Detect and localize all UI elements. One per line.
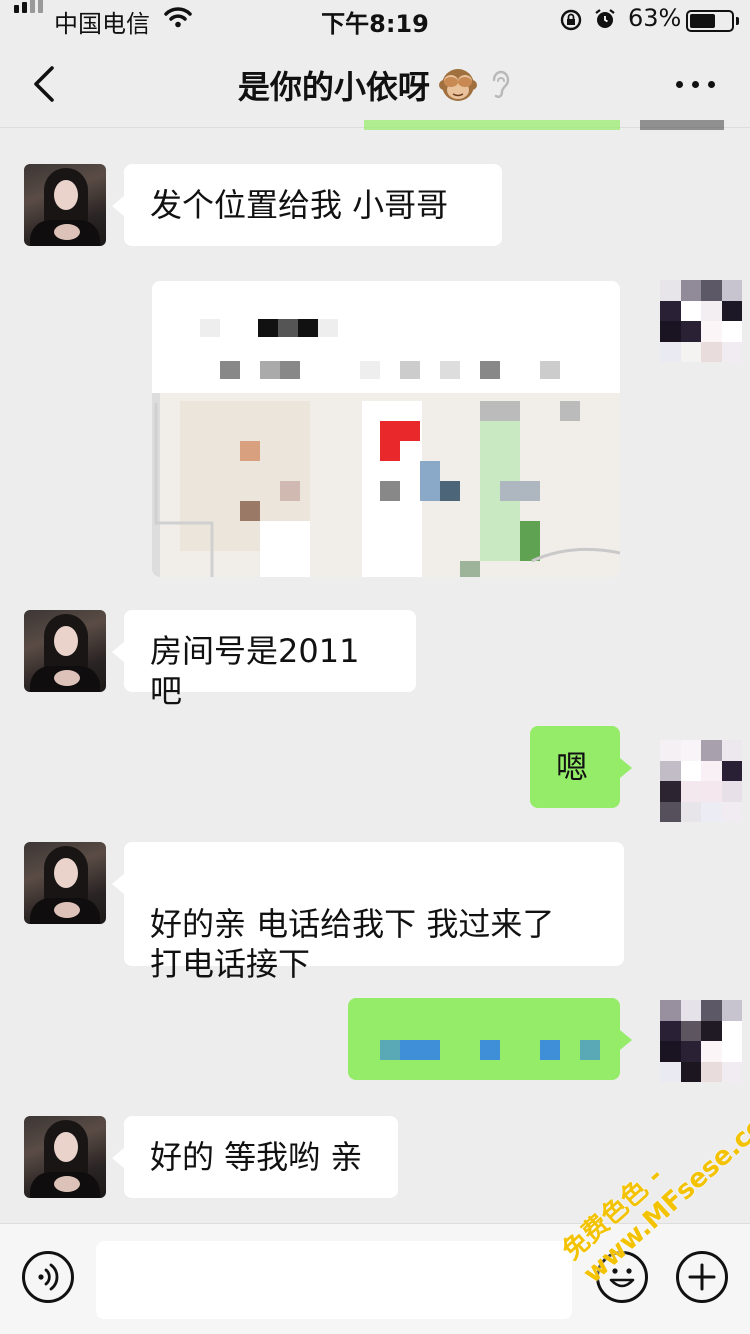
location-title-blurred (198, 319, 498, 337)
voice-icon[interactable] (22, 1251, 74, 1303)
contact-avatar[interactable] (24, 610, 106, 692)
see-no-evil-monkey-icon (439, 69, 477, 101)
message-input[interactable] (96, 1241, 572, 1319)
nav-title-wrap: 是你的小依呀 (0, 62, 750, 108)
message-text: 好的亲 电话给我下 我过来了 打电话接下 (150, 905, 555, 983)
message-bubble-incoming[interactable]: 发个位置给我 小哥哥 (112, 164, 502, 246)
battery-level (690, 14, 715, 28)
self-avatar[interactable] (660, 1000, 742, 1082)
blurred-text (480, 1040, 500, 1060)
message-bubble-outgoing[interactable]: 嗯 (530, 726, 632, 808)
blurred-text (540, 1040, 560, 1060)
message-bubble-outgoing-blurred[interactable] (348, 998, 632, 1080)
location-card[interactable] (152, 281, 620, 577)
message-text: 嗯 (556, 748, 589, 786)
battery-tip (736, 17, 739, 25)
blurred-text (400, 1040, 440, 1060)
contact-avatar[interactable] (24, 1116, 106, 1198)
voice-waves (38, 1263, 59, 1291)
message-text: 好的 等我哟 亲 (150, 1138, 363, 1176)
blurred-remnant (640, 120, 724, 130)
battery-icon (686, 10, 734, 32)
message-text: 发个位置给我 小哥哥 (150, 186, 449, 224)
more-icon[interactable] (674, 78, 718, 90)
alarm-icon (595, 9, 615, 28)
blurred-text (380, 1040, 400, 1060)
blurred-remnant (364, 120, 620, 130)
map-roads (154, 403, 620, 577)
blurred-text (580, 1040, 600, 1060)
contact-avatar[interactable] (24, 842, 106, 924)
contact-avatar[interactable] (24, 164, 106, 246)
status-bar: 中国电信 下午8:19 63% (0, 0, 750, 40)
message-bubble-incoming[interactable]: 好的 等我哟 亲 (112, 1116, 398, 1198)
chat-title[interactable]: 是你的小依呀 (238, 68, 430, 106)
ear-icon (492, 70, 510, 98)
nav-bar: 是你的小依呀 (0, 40, 750, 128)
battery-percent: 63% (628, 4, 682, 32)
orientation-lock-icon (560, 9, 582, 31)
location-map (152, 393, 620, 577)
location-address-blurred (220, 361, 620, 379)
self-avatar[interactable] (660, 280, 742, 362)
message-text: 房间号是2011吧 (150, 632, 360, 710)
message-bubble-incoming[interactable]: 好的亲 电话给我下 我过来了 打电话接下 (112, 842, 624, 983)
message-bubble-incoming[interactable]: 房间号是2011吧 (112, 610, 416, 710)
self-avatar[interactable] (660, 740, 742, 822)
